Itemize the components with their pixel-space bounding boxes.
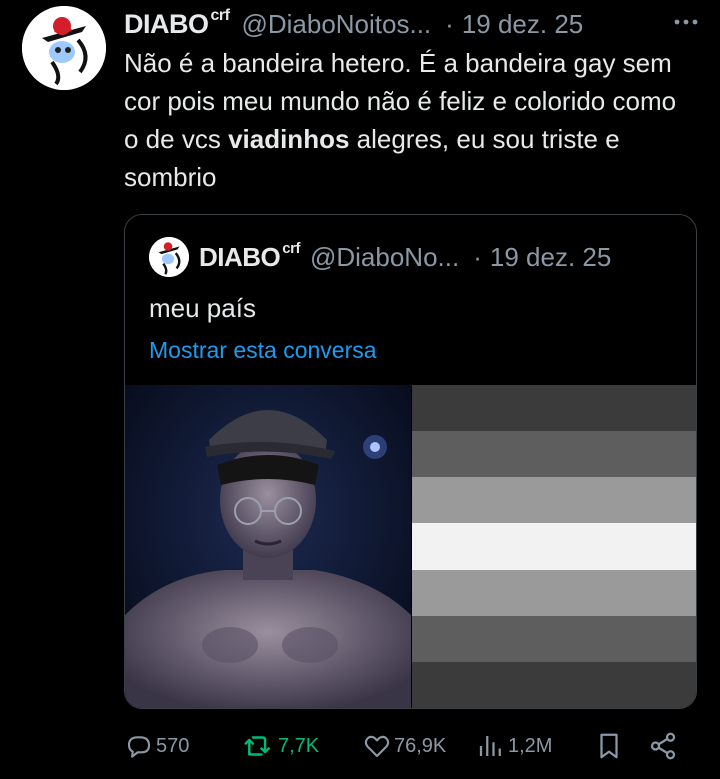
quoted-tweet-header: DIABO crf @DiaboNo... · 19 dez. 25 [149, 237, 611, 277]
repost-button[interactable]: 7,7K [242, 731, 319, 761]
author-avatar[interactable] [22, 6, 106, 90]
like-count: 76,9K [394, 734, 447, 757]
flag-stripe [412, 569, 696, 616]
quoted-avatar-image [149, 237, 189, 277]
views-icon [479, 736, 501, 756]
flag-stripe [412, 523, 696, 570]
share-button[interactable] [648, 731, 680, 761]
selfie-photo-image [125, 385, 411, 708]
action-bar: 570 7,7K 76,9K 1,2M [124, 726, 694, 766]
author-name[interactable]: DIABO crf [124, 6, 230, 40]
avatar-image [22, 6, 106, 90]
separator-dot: · [445, 8, 454, 39]
quoted-tweet-text: meu país [149, 293, 256, 323]
tweet-text-bold: viadinhos [228, 124, 350, 154]
flag-stripe [412, 385, 696, 432]
quoted-tweet[interactable]: DIABO crf @DiaboNo... · 19 dez. 25 meu pa… [124, 214, 697, 709]
selfie-photo[interactable] [125, 385, 411, 708]
tweet-date[interactable]: 19 dez. 25 [462, 9, 583, 40]
quoted-author-avatar [149, 237, 189, 277]
show-thread-link[interactable]: Mostrar esta conversa [149, 337, 377, 364]
quoted-author-handle: @DiaboNo... [309, 241, 460, 272]
bookmark-icon [600, 733, 618, 759]
quoted-author-suffix: crf [282, 239, 300, 257]
tweet-header: DIABO crf @DiaboNoitos... · 19 dez. 25 [124, 4, 706, 44]
author-handle[interactable]: @DiaboNoitos... [241, 9, 431, 40]
reply-button[interactable]: 570 [124, 731, 189, 761]
quoted-media [125, 385, 696, 708]
gray-stripes-flag[interactable] [412, 385, 696, 708]
quoted-author-name: DIABO crf [199, 239, 300, 272]
reply-icon [127, 736, 151, 758]
like-icon [364, 735, 390, 758]
author-name-suffix: crf [210, 6, 230, 24]
tweet-text: Não é a bandeira hetero. É a bandeira ga… [124, 44, 694, 196]
flag-stripe [412, 615, 696, 662]
repost-icon [244, 736, 270, 756]
quoted-tweet-date: 19 dez. 25 [489, 241, 612, 272]
more-icon[interactable] [672, 8, 700, 36]
reply-count: 570 [156, 734, 190, 757]
like-button[interactable]: 76,9K [362, 731, 446, 761]
views-count: 1,2M [508, 734, 553, 757]
repost-count: 7,7K [278, 734, 320, 757]
views-button[interactable]: 1,2M [476, 731, 552, 761]
flag-stripe [412, 431, 696, 478]
bookmark-button[interactable] [594, 731, 626, 761]
quoted-separator-dot: · [473, 241, 482, 272]
flag-stripe [412, 661, 696, 708]
flag-stripe [412, 477, 696, 524]
share-icon [650, 732, 676, 760]
